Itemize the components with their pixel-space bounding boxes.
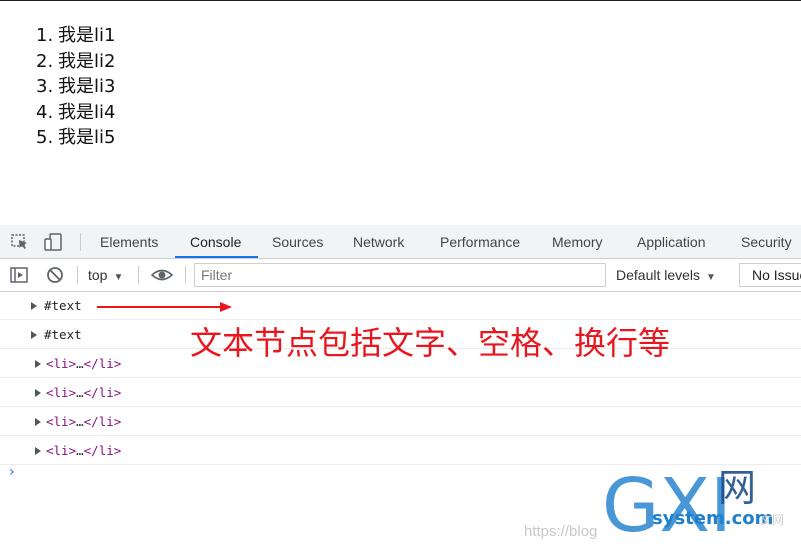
watermark-cn: 网 xyxy=(718,466,756,510)
watermark-url: https://blog xyxy=(524,523,598,540)
watermark-letters: GXI xyxy=(602,463,732,541)
watermark-cn-small: 文网 xyxy=(760,513,785,527)
watermark-logo: GXI 网 xyxy=(602,463,756,541)
annotation-text: 文本节点包括文字、空格、换行等 xyxy=(190,324,671,362)
watermark-site: system.com xyxy=(652,508,774,529)
